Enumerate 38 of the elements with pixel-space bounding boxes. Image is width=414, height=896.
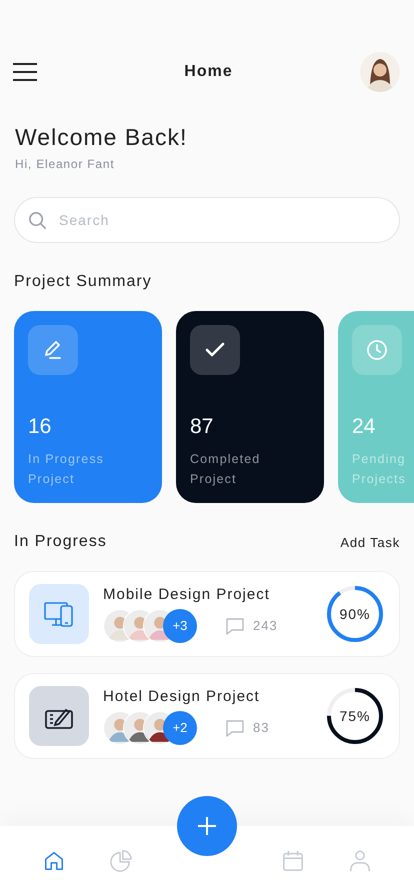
comment-count: 83	[253, 720, 270, 735]
check-icon	[190, 325, 240, 375]
project-count: 24	[352, 415, 376, 439]
card-label: Pending Projects	[352, 451, 407, 488]
menu-icon[interactable]	[13, 62, 37, 82]
progress-percent: 90%	[339, 606, 371, 622]
drawing-tablet-icon	[29, 686, 89, 746]
comment-count: 243	[253, 618, 278, 633]
summary-card[interactable]: 16 In Progress Project	[14, 311, 162, 503]
section-title: Project Summary	[14, 273, 153, 291]
comment-icon	[225, 616, 245, 636]
member-count-badge[interactable]: +3	[163, 608, 197, 642]
progress-ring	[325, 686, 385, 746]
summary-card[interactable]: 87 Completed Project	[176, 311, 324, 503]
section-title: In Progress	[14, 533, 107, 551]
add-task-link[interactable]: Add Task	[340, 534, 400, 550]
search-field[interactable]: Search	[14, 197, 400, 243]
project-name: Mobile Design Project	[103, 586, 271, 602]
card-label: Completed Project	[190, 451, 262, 488]
project-card[interactable]: Mobile Design Project +3 243 90%	[14, 571, 400, 657]
progress-percent: 75%	[339, 708, 371, 724]
comment-icon	[225, 718, 245, 738]
card-label: In Progress Project	[28, 451, 106, 488]
member-count-badge[interactable]: +2	[163, 710, 197, 744]
home-icon[interactable]	[42, 850, 65, 872]
clock-icon	[352, 325, 402, 375]
progress-ring	[325, 584, 385, 644]
project-card[interactable]: Hotel Design Project +2 83 75%	[14, 673, 400, 759]
devices-icon	[29, 584, 89, 644]
page-title: Home	[184, 63, 233, 81]
pencil-icon	[28, 325, 78, 375]
plus-icon	[197, 816, 217, 836]
project-count: 16	[28, 415, 52, 439]
project-name: Hotel Design Project	[103, 688, 261, 704]
welcome-heading: Welcome Back!	[15, 124, 188, 151]
project-count: 87	[190, 415, 214, 439]
search-icon	[28, 211, 47, 230]
greeting-text: Hi, Eleanor Fant	[15, 157, 116, 171]
